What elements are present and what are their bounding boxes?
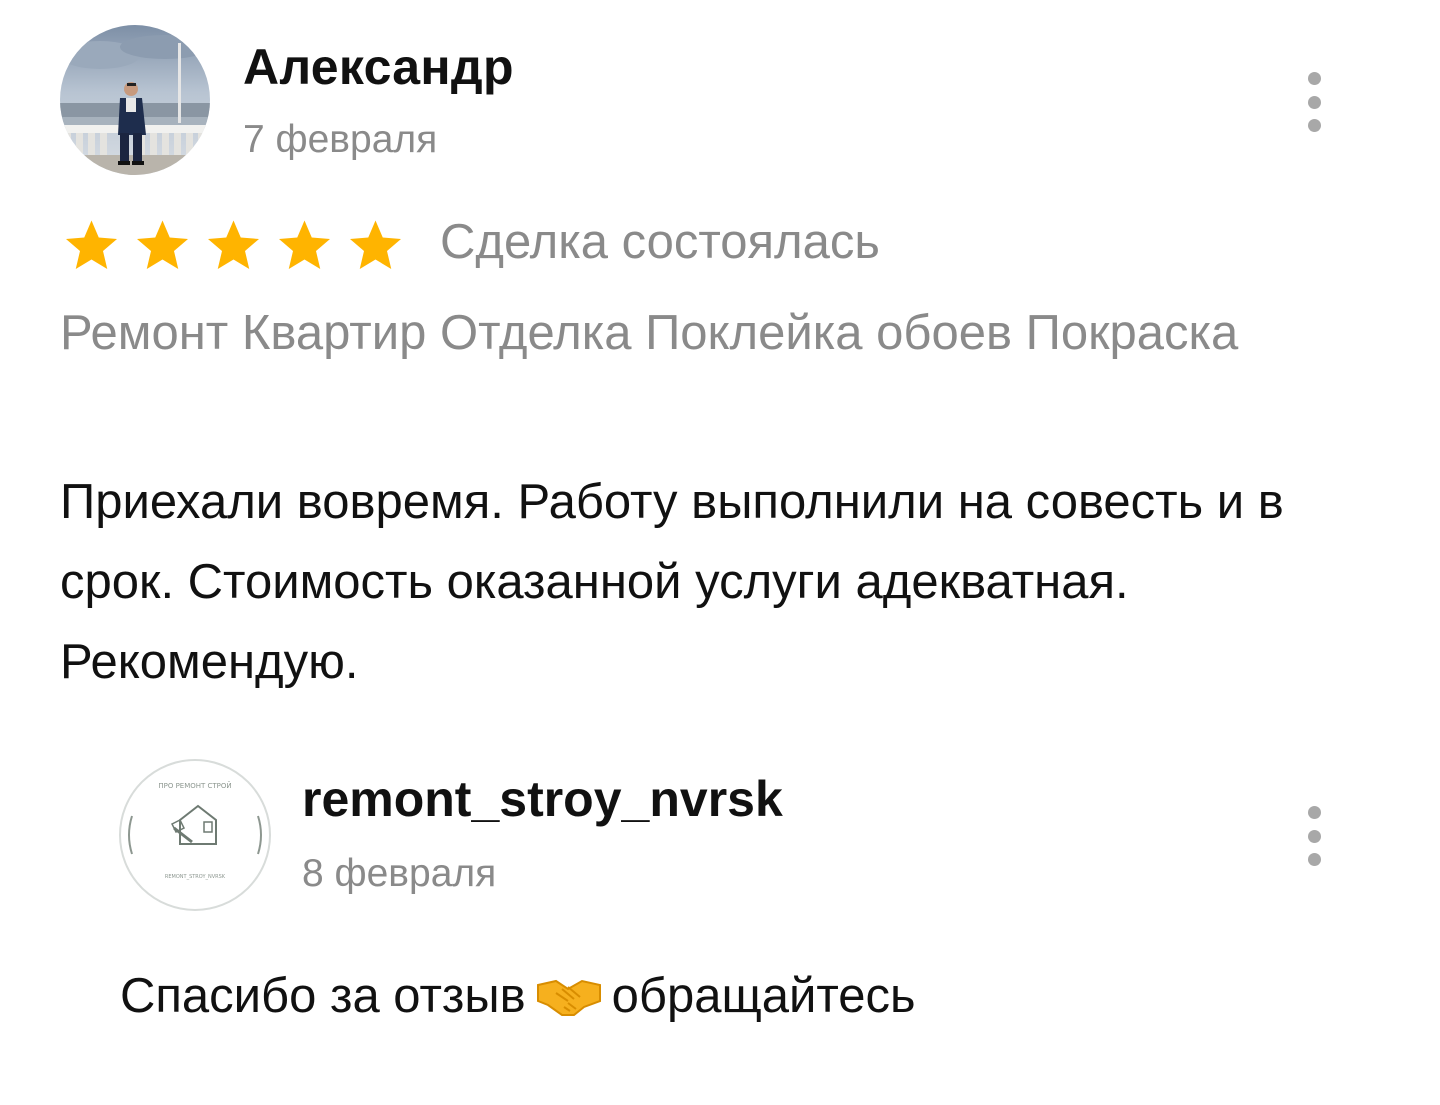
rating-stars xyxy=(60,216,407,276)
more-vertical-icon-dot xyxy=(1307,853,1321,866)
reply-author-avatar[interactable]: ПРО РЕМОНТ СТРОЙ REMONT_STROY_NVRSK xyxy=(118,758,272,912)
star-icon xyxy=(208,220,259,269)
more-vertical-icon-dot xyxy=(1307,119,1321,132)
deal-status: Сделка состоялась xyxy=(440,215,880,269)
star-icon xyxy=(350,220,401,269)
author-avatar[interactable] xyxy=(60,25,210,175)
review-card: Александр 7 февраля Сделка состоялась Ре… xyxy=(0,0,1440,720)
reply-date: 8 февраля xyxy=(302,852,497,895)
more-vertical-icon-dot xyxy=(1307,829,1321,843)
review-more-button[interactable] xyxy=(1302,72,1326,132)
more-vertical-icon xyxy=(1307,72,1321,85)
star-icon xyxy=(137,220,188,269)
reply-text-before: Спасибо за отзыв xyxy=(120,969,526,1023)
review-tags: Ремонт Квартир Отделка Поклейка обоев По… xyxy=(60,306,1239,360)
review-text: Приехали вовремя. Работу выполнили на со… xyxy=(60,475,1284,689)
user-photo-image xyxy=(60,25,210,175)
author-name[interactable]: Александр xyxy=(243,38,514,96)
reply-text: Спасибо за отзыв обращайтесь xyxy=(120,968,916,1024)
star-icon xyxy=(279,220,330,269)
handshake-icon xyxy=(534,971,604,1021)
company-logo-icon: ПРО РЕМОНТ СТРОЙ REMONT_STROY_NVRSK xyxy=(119,759,271,911)
review-date: 7 февраля xyxy=(243,118,438,161)
reply-more-button[interactable] xyxy=(1302,806,1326,866)
logo-top-text: ПРО РЕМОНТ СТРОЙ xyxy=(158,781,231,790)
reply-text-after: обращайтесь xyxy=(611,969,916,1023)
more-vertical-icon-dot xyxy=(1307,95,1321,109)
reply-author-name[interactable]: remont_stroy_nvrsk xyxy=(302,770,783,828)
more-vertical-icon xyxy=(1307,806,1321,819)
star-icon xyxy=(66,220,117,269)
logo-bottom-text: REMONT_STROY_NVRSK xyxy=(165,874,226,880)
